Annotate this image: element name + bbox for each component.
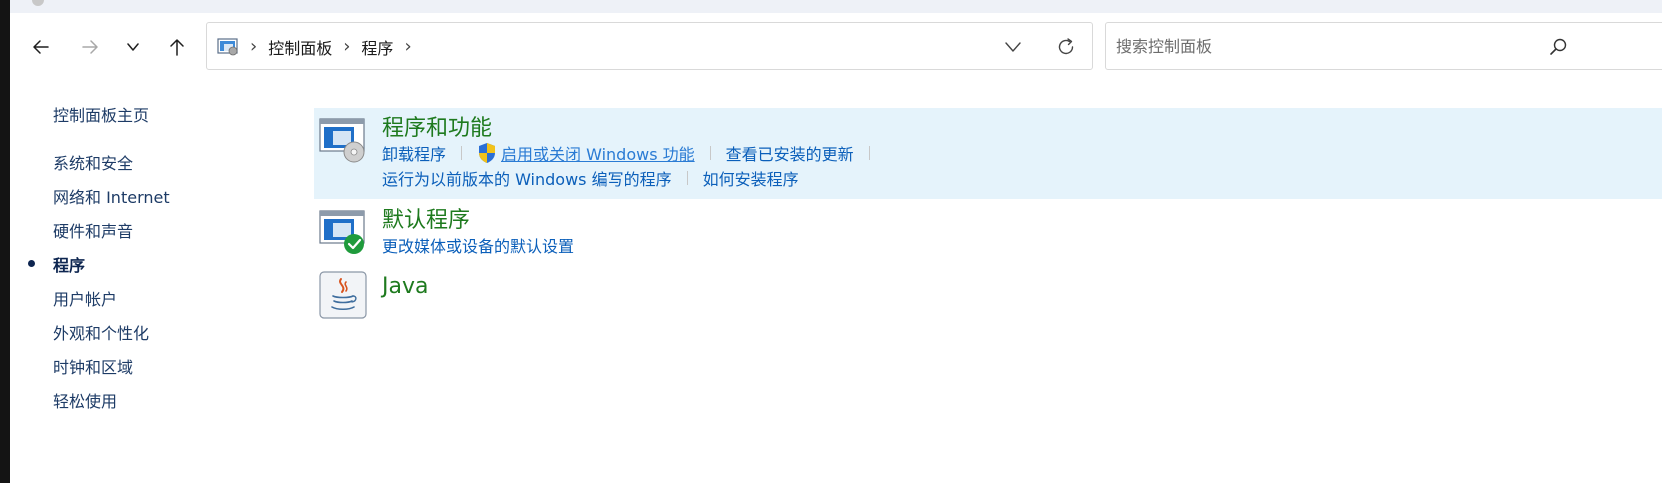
how-to-install-link[interactable]: 如何安装程序: [703, 166, 799, 190]
refresh-icon: [1058, 38, 1074, 55]
installed-updates-link[interactable]: 查看已安装的更新: [726, 141, 854, 165]
breadcrumb-programs[interactable]: 程序: [361, 35, 393, 59]
sidebar-item-system-security[interactable]: 系统和安全: [53, 150, 133, 174]
sidebar-item-appearance[interactable]: 外观和个性化: [53, 320, 149, 344]
link-divider: [868, 146, 870, 160]
link-divider: [709, 146, 711, 160]
programs-and-features-title[interactable]: 程序和功能: [382, 110, 492, 142]
category-programs-and-features: 程序和功能 卸载程序 启用或关闭 Windows 功能 查看已安装的更新 运行为…: [314, 108, 1662, 199]
refresh-button[interactable]: [1053, 34, 1079, 60]
java-icon[interactable]: [319, 271, 367, 319]
title-bar: [10, 0, 1662, 13]
sidebar-item-ease-of-access[interactable]: 轻松使用: [53, 388, 117, 412]
uninstall-program-link[interactable]: 卸载程序: [382, 141, 446, 165]
breadcrumb-separator[interactable]: ›: [404, 38, 411, 56]
arrow-right-icon: [82, 40, 98, 54]
search-box[interactable]: [1105, 22, 1662, 70]
address-bar[interactable]: › 控制面板 › 程序 ›: [206, 22, 1093, 70]
sidebar-item-programs[interactable]: 程序: [53, 252, 85, 276]
arrow-left-icon: [33, 40, 49, 54]
programs-and-features-links-row1: 卸载程序 启用或关闭 Windows 功能 查看已安装的更新: [382, 141, 885, 165]
compatibility-program-link[interactable]: 运行为以前版本的 Windows 编写的程序: [382, 166, 672, 190]
active-bullet-icon: [28, 260, 35, 267]
control-panel-icon[interactable]: [217, 37, 239, 57]
search-icon[interactable]: [1548, 37, 1568, 57]
sidebar-item-control-panel-home[interactable]: 控制面板主页: [53, 102, 149, 126]
java-title[interactable]: Java: [382, 274, 428, 299]
windows-features-link[interactable]: 启用或关闭 Windows 功能: [501, 141, 695, 165]
link-divider: [686, 171, 688, 185]
sidebar-item-hardware-sound[interactable]: 硬件和声音: [53, 218, 133, 242]
link-divider: [461, 146, 463, 160]
control-panel-window: › 控制面板 › 程序 › 控制面板主页 系统和安全 网络和 Inte: [10, 0, 1662, 483]
chevron-down-icon: [1005, 42, 1021, 52]
recent-locations-button[interactable]: [113, 26, 153, 68]
default-programs-icon[interactable]: [319, 208, 367, 256]
default-programs-title[interactable]: 默认程序: [382, 202, 470, 234]
chevron-down-icon: [127, 43, 139, 51]
programs-and-features-links-row2: 运行为以前版本的 Windows 编写的程序 如何安装程序: [382, 166, 799, 190]
up-button[interactable]: [157, 26, 197, 68]
programs-and-features-icon[interactable]: [319, 116, 367, 164]
default-programs-links: 更改媒体或设备的默认设置: [382, 233, 574, 257]
breadcrumb-control-panel[interactable]: 控制面板: [268, 35, 332, 59]
arrow-up-icon: [170, 39, 184, 56]
breadcrumb-separator[interactable]: ›: [343, 38, 350, 56]
media-device-defaults-link[interactable]: 更改媒体或设备的默认设置: [382, 233, 574, 257]
category-java: Java: [314, 268, 1662, 328]
forward-button[interactable]: [70, 26, 110, 68]
sidebar-item-clock-region[interactable]: 时钟和区域: [53, 354, 133, 378]
category-default-programs: 默认程序 更改媒体或设备的默认设置: [314, 200, 1662, 262]
sidebar-item-user-accounts[interactable]: 用户帐户: [53, 286, 117, 310]
breadcrumb-separator[interactable]: ›: [250, 38, 257, 56]
uac-shield-icon: [479, 143, 496, 163]
address-history-dropdown[interactable]: [999, 35, 1027, 59]
window-icon: [32, 0, 44, 6]
back-button[interactable]: [21, 26, 61, 68]
sidebar-item-network-internet[interactable]: 网络和 Internet: [53, 184, 170, 208]
breadcrumb: › 控制面板 › 程序 ›: [217, 23, 423, 71]
